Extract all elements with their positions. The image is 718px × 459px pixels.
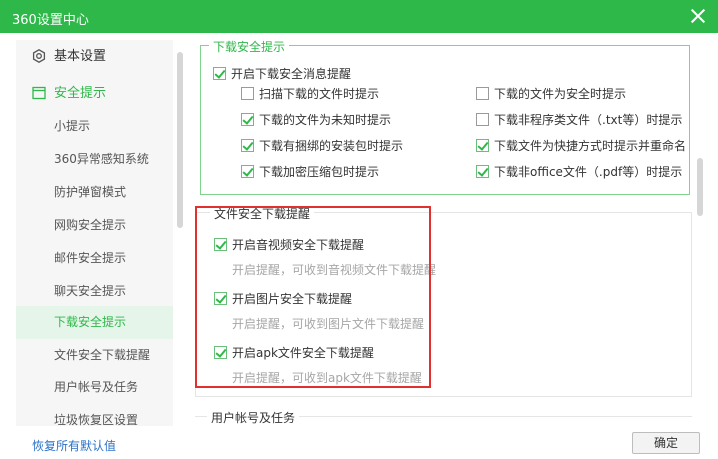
checkbox-checked[interactable] — [241, 165, 254, 178]
sidebar-item-label: 垃圾恢复区设置 — [54, 413, 139, 426]
download-safety-title: 下载安全提示 — [209, 40, 290, 55]
checkbox-checked[interactable] — [476, 165, 489, 178]
sidebar-item-basic-settings[interactable]: 基本设置 — [16, 40, 173, 73]
sidebar-item-shopping-safety[interactable]: 网购安全提示 — [16, 209, 173, 242]
user-account-title: 用户帐号及任务 — [207, 409, 300, 426]
window-title: 360设置中心 — [12, 13, 89, 28]
sidebar-item-trash-recovery[interactable]: 垃圾恢复区设置 — [16, 404, 173, 426]
sidebar-scrollbar[interactable] — [177, 40, 185, 426]
sidebar-item-label: 网购安全提示 — [54, 218, 127, 232]
checkbox-checked[interactable] — [213, 67, 226, 80]
gear-icon — [32, 49, 46, 63]
sidebar-item-download-safety[interactable]: 下载安全提示 — [16, 306, 173, 339]
sidebar-item-label: 文件安全下载提醒 — [54, 348, 151, 362]
sidebar-item-label: 用户帐号及任务 — [54, 380, 139, 394]
checkbox-checked[interactable] — [241, 139, 254, 152]
title-bar: 360设置中心 — [0, 0, 718, 33]
sidebar-item-file-download[interactable]: 文件安全下载提醒 — [16, 339, 173, 372]
sidebar-item-label: 360异常感知系统 — [54, 152, 149, 166]
user-account-group: 用户帐号及任务 — [195, 409, 692, 426]
confirm-button[interactable]: 确定 — [632, 432, 700, 454]
sidebar-item-tips[interactable]: 小提示 — [16, 110, 173, 143]
close-icon[interactable] — [688, 6, 708, 26]
sidebar-item-mail-safety[interactable]: 邮件安全提示 — [16, 242, 173, 275]
sidebar-item-label: 小提示 — [54, 119, 91, 133]
sidebar-item-label: 防护弹窗模式 — [54, 185, 127, 199]
highlight-box — [195, 206, 431, 388]
download-safety-group: 下载安全提示 开启下载安全消息提醒 扫描下载的文件时提示 下载的文件为安全时提示… — [200, 40, 690, 195]
sidebar-scrollbar-thumb[interactable] — [177, 52, 183, 228]
content-scrollbar-thumb[interactable] — [697, 158, 703, 216]
sidebar-item-security-tips[interactable]: 安全提示 — [16, 77, 173, 110]
sidebar-item-label: 安全提示 — [54, 86, 107, 101]
sidebar-item-label: 基本设置 — [54, 49, 107, 64]
window-icon — [32, 86, 46, 100]
sidebar-item-label: 聊天安全提示 — [54, 284, 127, 298]
sidebar-item-chat-safety[interactable]: 聊天安全提示 — [16, 275, 173, 308]
sidebar-item-popup-mode[interactable]: 防护弹窗模式 — [16, 176, 173, 209]
sidebar-item-label: 下载安全提示 — [54, 315, 127, 329]
checkbox-unchecked[interactable] — [476, 113, 489, 126]
checkbox-unchecked[interactable] — [241, 87, 254, 100]
checkbox-checked[interactable] — [476, 139, 489, 152]
checkbox-unchecked[interactable] — [476, 87, 489, 100]
sidebar-item-anomaly-system[interactable]: 360异常感知系统 — [16, 143, 173, 176]
sidebar: 基本设置 安全提示 小提示 360异常感知系统 防护弹窗模式 网购安全提示 邮件… — [16, 40, 173, 426]
checkbox-checked[interactable] — [241, 113, 254, 126]
restore-defaults-link[interactable]: 恢复所有默认值 — [32, 437, 116, 454]
sidebar-item-user-account[interactable]: 用户帐号及任务 — [16, 371, 173, 404]
sidebar-item-label: 邮件安全提示 — [54, 251, 127, 265]
